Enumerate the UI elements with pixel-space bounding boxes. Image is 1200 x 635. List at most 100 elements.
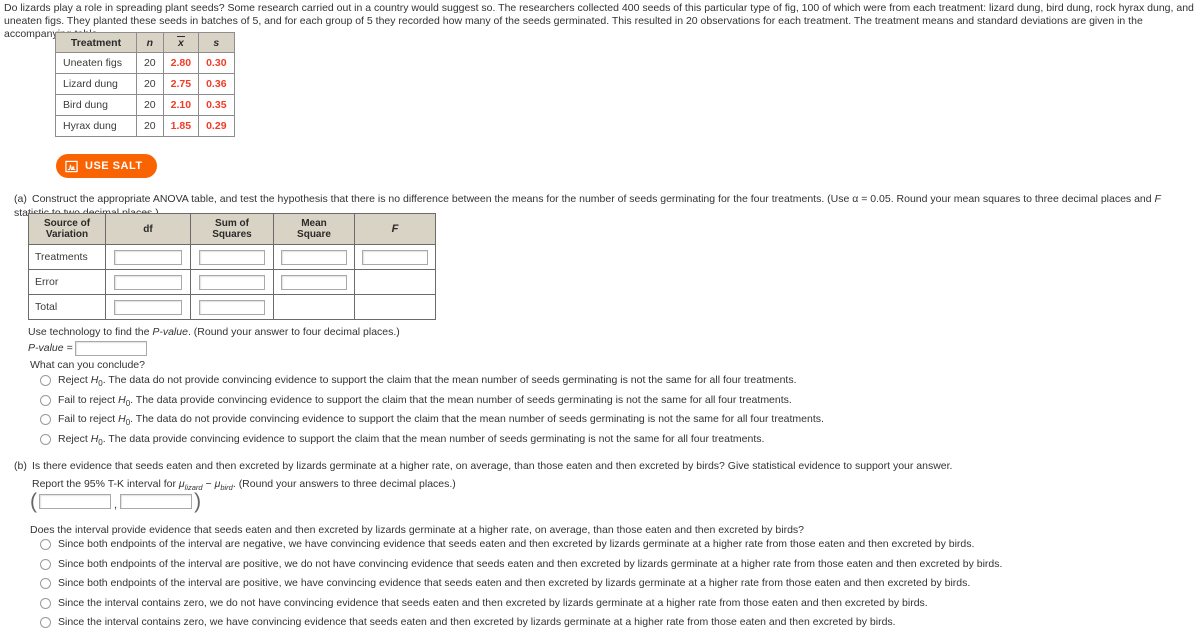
input-treatments-ms[interactable] xyxy=(281,249,347,265)
part-b-options: Since both endpoints of the interval are… xyxy=(40,537,1190,635)
part-b-label: (b) xyxy=(14,460,27,472)
option-a-4-label: Reject H0. The data provide convincing e… xyxy=(58,432,765,447)
radio-icon[interactable] xyxy=(40,617,51,628)
summary-cell-treatment: Lizard dung xyxy=(55,73,137,95)
summary-cell-sd: 0.35 xyxy=(198,94,235,116)
input-total-df[interactable] xyxy=(114,299,182,315)
radio-icon[interactable] xyxy=(40,539,51,550)
anova-cell-treatments-ms xyxy=(273,244,355,270)
summary-cell-sd: 0.30 xyxy=(198,52,235,74)
anova-cell-total-df xyxy=(105,294,191,320)
input-error-ss[interactable] xyxy=(199,274,265,290)
anova-row-error: Error xyxy=(28,269,436,295)
anova-rowlabel-error: Error xyxy=(28,269,106,295)
input-treatments-df[interactable] xyxy=(114,249,182,265)
option-a-3[interactable]: Fail to reject H0. The data do not provi… xyxy=(40,412,1180,430)
option-b-1-label: Since both endpoints of the interval are… xyxy=(58,538,975,550)
part-a-label: (a) xyxy=(14,193,27,205)
table-row: Bird dung 20 2.10 0.35 xyxy=(55,94,235,116)
part-a-options: Reject H0. The data do not provide convi… xyxy=(40,373,1180,451)
anova-rowlabel-total: Total xyxy=(28,294,106,320)
radio-icon[interactable] xyxy=(40,414,51,425)
anova-header-row: Source of Variation df Sum of Squares Mean… xyxy=(28,213,436,245)
pvalue-row: P-value = xyxy=(28,340,400,356)
option-b-2[interactable]: Since both endpoints of the interval are… xyxy=(40,557,1190,575)
option-b-3[interactable]: Since both endpoints of the interval are… xyxy=(40,576,1190,594)
option-b-4[interactable]: Since the interval contains zero, we do … xyxy=(40,596,1190,614)
summary-cell-n: 20 xyxy=(135,73,164,95)
summary-cell-n: 20 xyxy=(135,94,164,116)
pvalue-input[interactable] xyxy=(74,340,147,356)
anova-table: Source of Variation df Sum of Squares Mean… xyxy=(28,213,436,320)
pvalue-section: Use technology to find the P-value. (Rou… xyxy=(28,324,400,356)
summary-cell-mean: 2.10 xyxy=(162,94,200,116)
radio-icon[interactable] xyxy=(40,597,51,609)
option-a-4[interactable]: Reject H0. The data provide convincing e… xyxy=(40,432,1180,450)
input-error-ms[interactable] xyxy=(281,274,347,290)
option-a-1-label: Reject H0. The data do not provide convi… xyxy=(58,374,797,389)
input-treatments-f[interactable] xyxy=(362,249,428,265)
summary-statistics-table: Treatment n x s Uneaten figs 20 2.80 0.3… xyxy=(55,32,235,137)
tk-period: . xyxy=(232,478,236,490)
summary-cell-n: 20 xyxy=(135,115,164,137)
distribution-chart-icon xyxy=(65,160,78,173)
option-b-4-label: Since the interval contains zero, we do … xyxy=(58,596,928,609)
anova-header-source: Source of Variation xyxy=(28,213,106,245)
use-salt-button[interactable]: USE SALT xyxy=(56,154,157,178)
anova-header-sum-of-squares: Sum of Squares xyxy=(190,213,274,245)
input-treatments-ss[interactable] xyxy=(199,249,265,265)
option-a-2-label: Fail to reject H0. The data provide conv… xyxy=(58,393,792,408)
anova-cell-error-df xyxy=(105,269,191,295)
option-b-2-label: Since both endpoints of the interval are… xyxy=(58,557,1003,570)
anova-cell-total-f-empty xyxy=(354,294,436,320)
radio-icon[interactable] xyxy=(40,433,51,445)
anova-cell-total-ms-empty xyxy=(273,294,355,320)
input-total-ss[interactable] xyxy=(199,299,265,315)
tk-suffix: (Round your answers to three decimal pla… xyxy=(238,478,456,490)
pvalue-label: P-value = xyxy=(28,342,73,354)
table-row: Hyrax dung 20 1.85 0.29 xyxy=(55,115,235,137)
summary-cell-treatment: Uneaten figs xyxy=(55,52,137,74)
radio-icon[interactable] xyxy=(40,394,51,406)
tk-interval-instruction: Report the 95% T-K interval for μlizard … xyxy=(32,478,456,492)
interval-lower-input[interactable] xyxy=(39,494,111,509)
input-error-df[interactable] xyxy=(114,274,182,290)
radio-icon[interactable] xyxy=(40,558,51,570)
mu-bird-subscript: bird xyxy=(220,483,233,493)
anova-cell-error-f-empty xyxy=(354,269,436,295)
tk-prefix: Report the 95% T-K interval for xyxy=(32,478,176,490)
use-salt-label: USE SALT xyxy=(85,160,143,172)
anova-header-f: F xyxy=(354,213,436,245)
option-b-5[interactable]: Since the interval contains zero, we hav… xyxy=(40,615,1190,633)
anova-cell-error-ss xyxy=(190,269,274,295)
summary-cell-treatment: Bird dung xyxy=(55,94,137,116)
summary-cell-sd: 0.36 xyxy=(198,73,235,95)
table-row: Uneaten figs 20 2.80 0.30 xyxy=(55,52,235,74)
left-paren: ( xyxy=(30,490,37,513)
anova-cell-treatments-ss xyxy=(190,244,274,270)
radio-icon[interactable] xyxy=(40,375,51,386)
summary-header-s: s xyxy=(198,32,235,53)
radio-icon[interactable] xyxy=(40,578,51,589)
interval-comma: , xyxy=(114,499,118,511)
option-a-2[interactable]: Fail to reject H0. The data provide conv… xyxy=(40,393,1180,411)
anova-cell-total-ss xyxy=(190,294,274,320)
part-b-question: Does the interval provide evidence that … xyxy=(30,524,804,536)
right-paren: ) xyxy=(194,490,202,513)
minus-sign: − xyxy=(202,478,215,490)
summary-cell-n: 20 xyxy=(135,52,164,74)
summary-cell-sd: 0.29 xyxy=(198,115,235,137)
summary-header-treatment: Treatment xyxy=(55,32,137,53)
option-b-1[interactable]: Since both endpoints of the interval are… xyxy=(40,537,1190,555)
interval-upper-input[interactable] xyxy=(120,494,193,509)
mu-lizard: μlizard xyxy=(178,478,203,493)
summary-cell-treatment: Hyrax dung xyxy=(55,115,137,137)
tk-interval-inputs: ( , ) xyxy=(30,491,201,512)
option-b-5-label: Since the interval contains zero, we hav… xyxy=(58,616,896,628)
summary-cell-mean: 2.75 xyxy=(162,73,200,95)
anova-cell-treatments-df xyxy=(105,244,191,270)
summary-cell-mean: 1.85 xyxy=(162,115,200,137)
conclude-question: What can you conclude? xyxy=(30,359,145,371)
anova-rowlabel-treatments: Treatments xyxy=(28,244,106,270)
option-a-1[interactable]: Reject H0. The data do not provide convi… xyxy=(40,373,1180,391)
